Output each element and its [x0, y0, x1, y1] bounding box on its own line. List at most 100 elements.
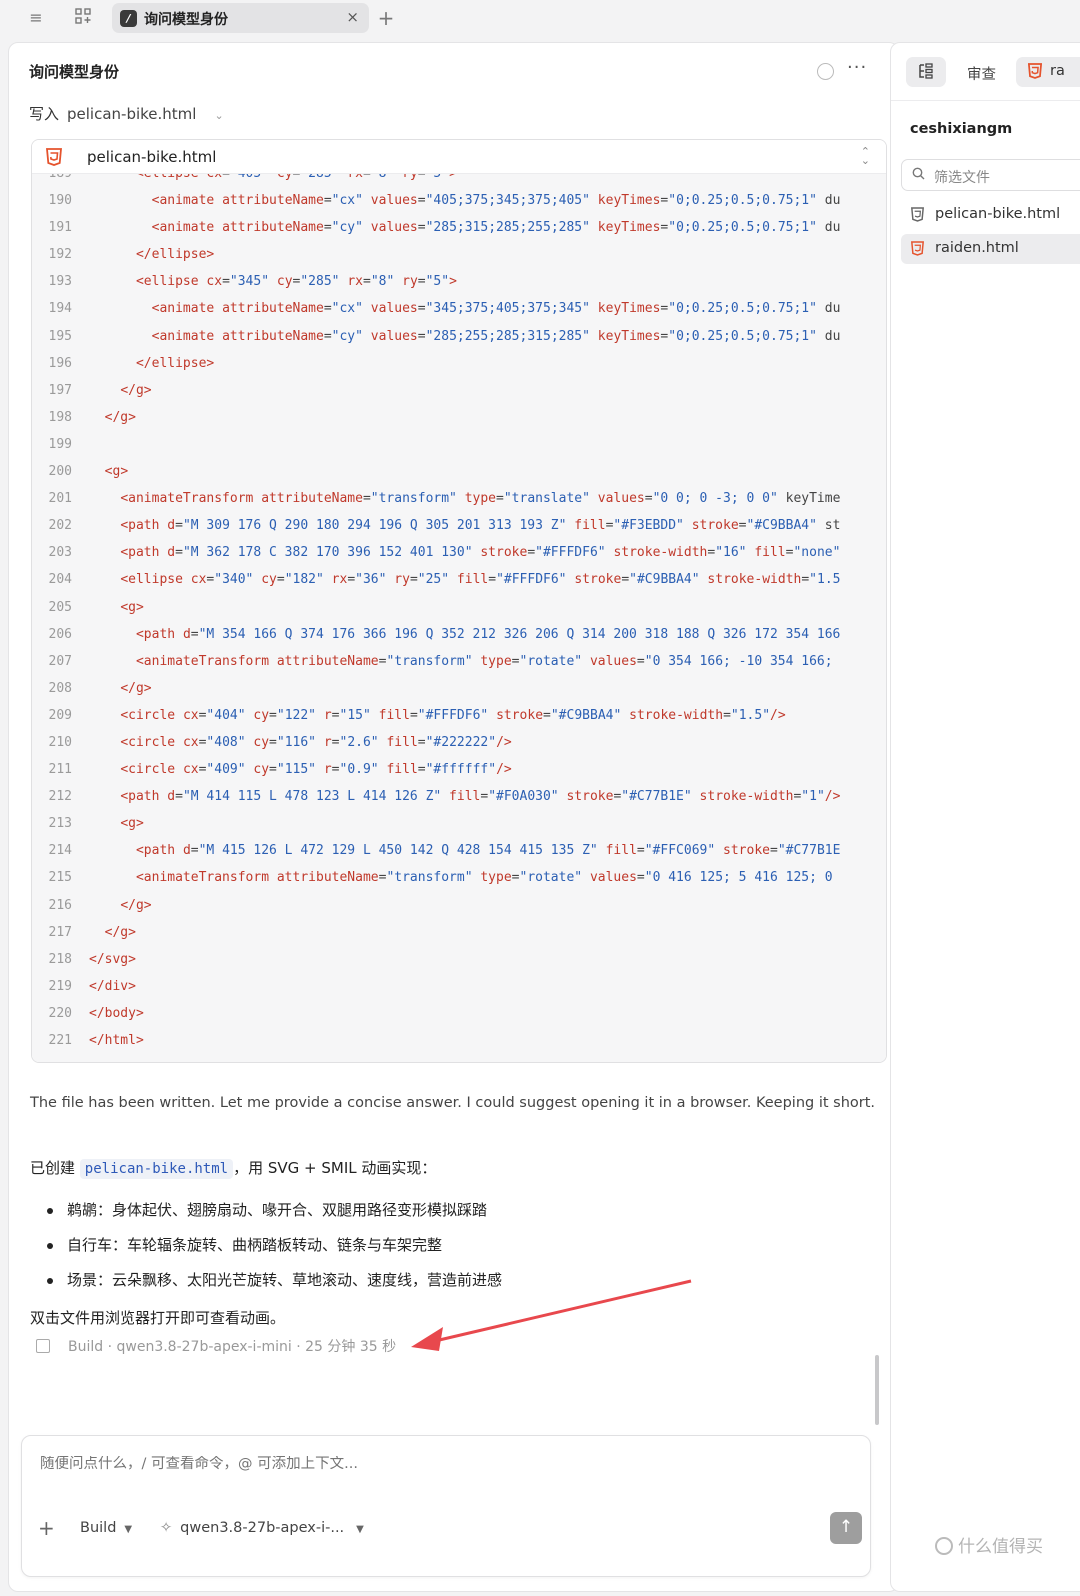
- line-number: 204: [48, 572, 72, 588]
- code-line: 199: [32, 431, 886, 458]
- line-text: <ellipse cx="345" cy="285" rx="8" ry="5"…: [135, 274, 457, 290]
- watermark-text: 什么值得买: [958, 1537, 1043, 1557]
- code-file-name: pelican-bike.html: [87, 148, 217, 166]
- line-text: </g>: [120, 897, 152, 913]
- file-name: pelican-bike.html: [935, 206, 1061, 222]
- list-item: 自行车：车轮辐条旋转、曲柄踏板转动、链条与车架完整: [47, 1228, 502, 1263]
- line-number: 206: [48, 626, 72, 642]
- line-number: 216: [48, 897, 72, 913]
- model-label: qwen3.8-27b-apex-i-...: [180, 1520, 345, 1536]
- code-line: 191 <animate attributeName="cy" values="…: [32, 214, 886, 241]
- line-number: 218: [48, 951, 72, 967]
- search-icon: [912, 167, 925, 184]
- line-number: 208: [48, 680, 72, 696]
- answer-intro: 已创建 pelican-bike.html ，用 SVG + SMIL 动画实现：: [30, 1157, 437, 1179]
- code-line: 212 <path d="M 414 115 L 478 123 L 414 1…: [32, 783, 886, 810]
- line-text: <animate attributeName="cy" values="285;…: [151, 328, 841, 344]
- code-line: 213 <g>: [32, 810, 886, 837]
- answer-prefix: 已创建: [30, 1159, 76, 1177]
- copy-icon[interactable]: [36, 1339, 50, 1353]
- code-line: 208 </g>: [32, 675, 886, 702]
- line-text: </html>: [89, 1033, 144, 1048]
- line-text: </svg>: [89, 951, 136, 967]
- html-file-icon: [911, 207, 924, 222]
- line-number: 210: [48, 734, 72, 750]
- file-item-raiden[interactable]: raiden.html: [901, 234, 1080, 264]
- file-item-pelican-bike[interactable]: pelican-bike.html: [901, 200, 1080, 230]
- code-line: 211 <circle cx="409" cy="115" r="0.9" fi…: [32, 756, 886, 783]
- mode-selector[interactable]: Build ▼: [80, 1520, 132, 1536]
- send-button[interactable]: ↑: [830, 1512, 862, 1544]
- layout-grid-icon[interactable]: [73, 8, 93, 28]
- list-item: 鹈鹕：身体起伏、翅膀扇动、喙开合、双腿用路径变形模拟踩踏: [47, 1193, 502, 1228]
- line-number: 201: [48, 491, 72, 507]
- line-number: 205: [48, 599, 72, 615]
- code-line: 221 </html>: [32, 1027, 886, 1054]
- close-icon[interactable]: ×: [346, 8, 359, 26]
- chat-input[interactable]: [40, 1456, 840, 1472]
- code-lines: 189 <ellipse cx="405" cy="285" rx="8" ry…: [32, 174, 886, 1054]
- line-number: 212: [48, 789, 72, 805]
- new-tab-icon[interactable]: +: [376, 8, 396, 28]
- line-number: 194: [48, 301, 72, 317]
- line-text: </div>: [89, 978, 136, 994]
- line-text: <circle cx="409" cy="115" r="0.9" fill="…: [120, 762, 512, 778]
- tree-view-icon[interactable]: [906, 57, 946, 87]
- status-circle-icon[interactable]: [817, 63, 834, 80]
- code-line: 215 <animateTransform attributeName="tra…: [32, 864, 886, 891]
- page-title: 询问模型身份: [29, 63, 120, 81]
- line-text: <circle cx="408" cy="116" r="2.6" fill="…: [120, 734, 512, 750]
- line-text: <ellipse cx="340" cy="182" rx="36" ry="2…: [120, 572, 841, 588]
- line-text: </ellipse>: [135, 355, 215, 371]
- chevron-down-icon[interactable]: ⌄: [214, 109, 223, 122]
- chat-input-box: + Build ▼ ✧ qwen3.8-27b-apex-i-... ▼ ↑: [21, 1435, 871, 1577]
- tool-call-write[interactable]: 写入 pelican-bike.html ⌄: [29, 103, 224, 124]
- code-line: 194 <animate attributeName="cx" values="…: [32, 295, 886, 322]
- code-line: 195 <animate attributeName="cy" values="…: [32, 323, 886, 350]
- line-number: 199: [48, 436, 72, 452]
- answer-suffix: ，用 SVG + SMIL 动画实现：: [233, 1159, 437, 1177]
- answer-file-code: pelican-bike.html: [79, 1159, 234, 1179]
- add-attachment-icon[interactable]: +: [38, 1516, 55, 1540]
- line-text: <animate attributeName="cy" values="285;…: [151, 220, 841, 236]
- tab-open-file[interactable]: ra: [1016, 57, 1080, 87]
- tab-review[interactable]: 审查: [967, 63, 996, 84]
- line-text: <path d="M 354 166 Q 374 176 366 196 Q 3…: [135, 626, 841, 642]
- more-options-icon[interactable]: ···: [847, 57, 867, 78]
- line-text: <animate attributeName="cx" values="405;…: [151, 193, 841, 209]
- tab-open-file-label: ra: [1050, 63, 1065, 79]
- code-line: 206 <path d="M 354 166 Q 374 176 366 196…: [32, 621, 886, 648]
- scrollbar[interactable]: [875, 1355, 879, 1425]
- code-line: 203 <path d="M 362 178 C 382 170 396 152…: [32, 539, 886, 566]
- code-line: 210 <circle cx="408" cy="116" r="2.6" fi…: [32, 729, 886, 756]
- file-filter[interactable]: 筛选文件: [901, 159, 1080, 191]
- code-line: 207 <animateTransform attributeName="tra…: [32, 648, 886, 675]
- code-line: 204 <ellipse cx="340" cy="182" rx="36" r…: [32, 566, 886, 593]
- model-selector[interactable]: ✧ qwen3.8-27b-apex-i-... ▼: [160, 1520, 364, 1536]
- answer-tip: 双击文件用浏览器打开即可查看动画。: [30, 1309, 286, 1327]
- line-text: <animate attributeName="cx" values="345;…: [151, 301, 841, 317]
- line-text: <circle cx="404" cy="122" r="15" fill="#…: [120, 707, 786, 723]
- line-text: <g>: [104, 464, 129, 480]
- mode-label: Build: [80, 1520, 117, 1536]
- menu-icon[interactable]: ≡: [26, 8, 46, 28]
- code-line: 197 </g>: [32, 377, 886, 404]
- line-number: 207: [48, 653, 72, 669]
- line-text: <path d="M 414 115 L 478 123 L 414 126 Z…: [120, 789, 841, 805]
- code-line: 193 <ellipse cx="345" cy="285" rx="8" ry…: [32, 268, 886, 295]
- expand-collapse-icon[interactable]: ⌃ ⌄: [861, 146, 870, 166]
- side-tabs: 审查 ra: [891, 43, 1080, 101]
- line-number: 198: [48, 409, 72, 425]
- code-scroll-area[interactable]: 189 <ellipse cx="405" cy="285" rx="8" ry…: [32, 174, 886, 1062]
- tab-bar: ≡ / 询问模型身份 × +: [0, 0, 1080, 36]
- code-line: 219 </div>: [32, 973, 886, 1000]
- line-text: </g>: [104, 924, 136, 940]
- code-viewer-header: pelican-bike.html ⌃ ⌄: [32, 140, 886, 174]
- tab-ask-model-identity[interactable]: / 询问模型身份 ×: [112, 3, 369, 33]
- code-viewer: pelican-bike.html ⌃⌄ 189 <ellipse cx="40…: [31, 139, 887, 1063]
- line-number: 192: [48, 247, 72, 263]
- watermark: 什么值得买: [935, 1532, 1043, 1557]
- line-text: <path d="M 362 178 C 382 170 396 152 401…: [120, 545, 841, 561]
- line-text: </g>: [120, 382, 152, 398]
- html-file-icon: [911, 241, 924, 256]
